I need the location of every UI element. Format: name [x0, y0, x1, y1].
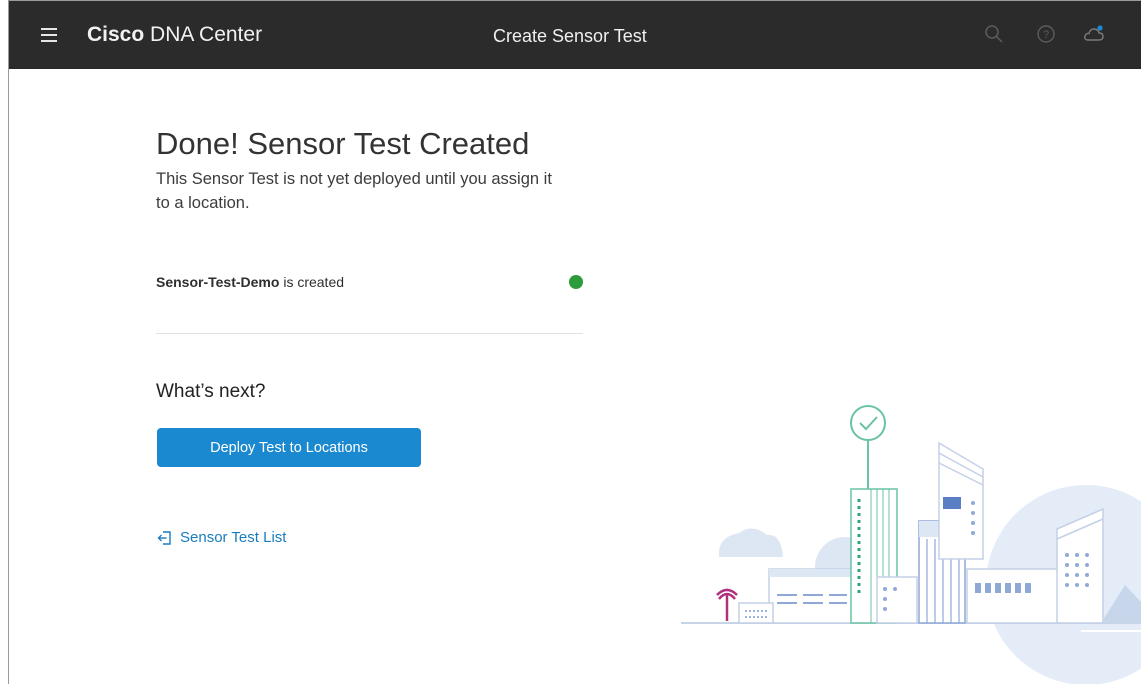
help-icon[interactable]: ? — [1035, 23, 1057, 45]
success-check-icon — [569, 275, 583, 289]
divider — [156, 333, 583, 334]
whats-next-heading: What’s next? — [156, 381, 266, 402]
app-window: Cisco DNA Center Create Sensor Test ? Do… — [8, 0, 1141, 684]
svg-text:?: ? — [1043, 29, 1049, 41]
top-navigation-bar: Cisco DNA Center Create Sensor Test ? — [9, 1, 1141, 69]
search-icon[interactable] — [983, 23, 1005, 45]
page-heading: Done! Sensor Test Created — [156, 126, 530, 161]
menu-icon[interactable] — [41, 28, 57, 42]
back-arrow-icon — [157, 530, 171, 545]
brand-bold: Cisco — [87, 23, 145, 46]
app-brand[interactable]: Cisco DNA Center — [87, 23, 262, 47]
deployment-note: This Sensor Test is not yet deployed unt… — [156, 170, 552, 212]
sensor-test-list-label: Sensor Test List — [180, 529, 287, 546]
brand-rest: DNA Center — [144, 23, 263, 46]
page-title: Create Sensor Test — [493, 26, 647, 46]
cloud-notification-icon[interactable] — [1083, 23, 1105, 45]
deploy-test-button[interactable]: Deploy Test to Locations — [157, 428, 421, 467]
sensor-test-list-link[interactable]: Sensor Test List — [157, 529, 286, 546]
city-illustration — [681, 405, 1141, 684]
created-suffix: is created — [279, 274, 345, 290]
sensor-test-name: Sensor-Test-Demo — [156, 274, 280, 290]
created-status-row: Sensor-Test-Demo is created — [156, 274, 344, 290]
